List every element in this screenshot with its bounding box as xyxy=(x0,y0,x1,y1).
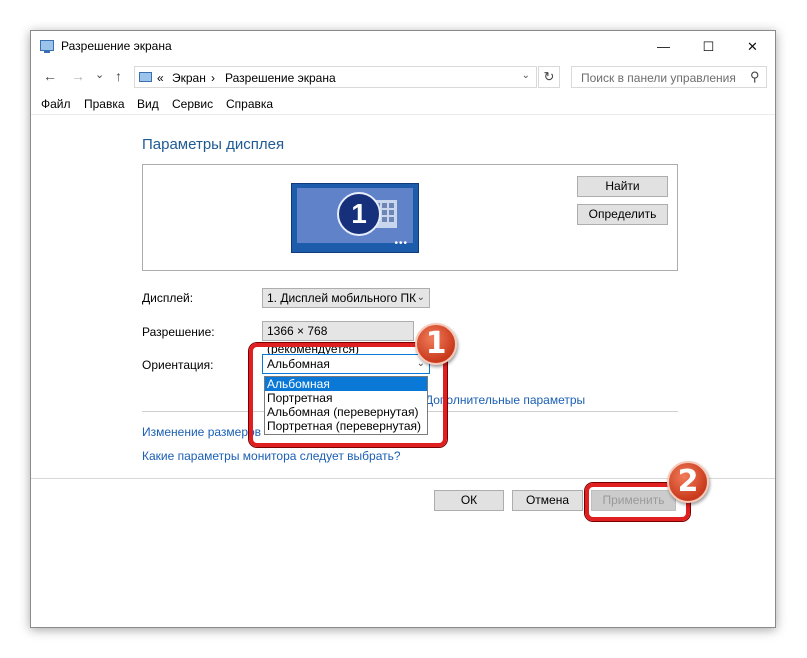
ok-button[interactable]: ОК xyxy=(434,490,504,511)
resolution-select[interactable]: 1366 × 768 (рекомендуется) xyxy=(262,321,414,356)
footer-divider xyxy=(31,478,775,479)
close-button[interactable]: ✕ xyxy=(730,31,775,62)
display-select-value: 1. Дисплей мобильного ПК xyxy=(267,291,417,305)
identify-button[interactable]: Определить xyxy=(577,204,668,225)
breadcrumb-separator[interactable]: › xyxy=(211,71,215,85)
step-2-badge: 2 xyxy=(667,461,709,503)
chevron-down-icon: ⌄ xyxy=(416,292,425,303)
display-select[interactable]: 1. Дисплей мобильного ПК ⌄ xyxy=(262,288,430,308)
monitor-number: 1 xyxy=(337,192,381,236)
menu-service[interactable]: Сервис xyxy=(172,97,213,111)
menu-view[interactable]: Вид xyxy=(137,97,159,111)
breadcrumb-screen[interactable]: Экран xyxy=(172,71,206,85)
maximize-button[interactable]: ☐ xyxy=(686,31,731,62)
search-placeholder: Поиск в панели управления xyxy=(581,71,736,85)
menu-file[interactable]: Файл xyxy=(41,97,71,111)
search-icon[interactable]: ⚲ xyxy=(750,69,760,85)
back-arrow-icon[interactable]: ← xyxy=(43,68,57,84)
resolution-label: Разрешение: xyxy=(142,325,215,339)
monitor-settings-help-link[interactable]: Какие параметры монитора следует выбрать… xyxy=(142,449,401,463)
advanced-settings-link[interactable]: Дополнительные параметры xyxy=(425,393,585,407)
minimize-button[interactable]: — xyxy=(641,31,686,62)
menu-bar: Файл Правка Вид Сервис Справка xyxy=(31,92,775,115)
recent-locations-icon[interactable]: ⌄ xyxy=(95,68,104,81)
menu-edit[interactable]: Правка xyxy=(84,97,125,111)
section-title: Параметры дисплея xyxy=(142,136,285,153)
find-button[interactable]: Найти xyxy=(577,176,668,197)
address-dropdown-icon[interactable]: ⌄ xyxy=(522,70,530,81)
display-breadcrumb-icon xyxy=(139,72,152,82)
menu-help[interactable]: Справка xyxy=(226,97,273,111)
display-label: Дисплей: xyxy=(142,291,194,305)
cancel-button[interactable]: Отмена xyxy=(512,490,583,511)
orientation-label: Ориентация: xyxy=(142,358,214,372)
display-app-icon xyxy=(40,40,54,53)
address-bar[interactable]: « Экран › Разрешение экрана ⌄ xyxy=(134,66,537,88)
window-title: Разрешение экрана xyxy=(61,39,172,53)
search-input[interactable]: Поиск в панели управления ⚲ xyxy=(571,66,767,88)
breadcrumb-prefix[interactable]: « xyxy=(157,71,164,85)
step-1-badge: 1 xyxy=(415,323,457,365)
display-preview-panel: 1 ••• Найти Определить xyxy=(142,164,678,271)
refresh-icon[interactable]: ↻ xyxy=(538,66,560,88)
forward-arrow-icon[interactable]: → xyxy=(71,68,85,84)
monitor-1-icon[interactable]: 1 ••• xyxy=(291,183,419,253)
orientation-highlight xyxy=(249,343,447,447)
title-bar: Разрешение экрана — ☐ ✕ xyxy=(31,31,775,62)
address-row: ← → ⌄ ↑ « Экран › Разрешение экрана ⌄ ↻ … xyxy=(31,62,775,92)
monitor-screen: 1 xyxy=(297,188,413,243)
resize-text-link[interactable]: Изменение размеров xyxy=(142,425,261,439)
up-arrow-icon[interactable]: ↑ xyxy=(115,68,122,84)
breadcrumb-screen-resolution[interactable]: Разрешение экрана xyxy=(225,71,336,85)
monitor-dots-icon: ••• xyxy=(394,238,408,249)
screen-resolution-window: Разрешение экрана — ☐ ✕ ← → ⌄ ↑ « Экран … xyxy=(30,30,776,628)
